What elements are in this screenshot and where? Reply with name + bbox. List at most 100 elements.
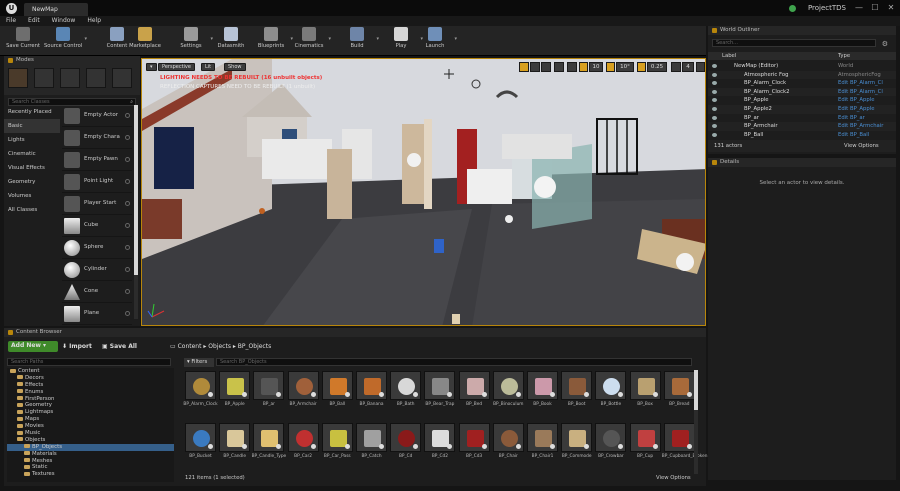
import-button[interactable]: ⬇ Import <box>62 342 92 352</box>
geometry-mode-icon[interactable] <box>112 68 132 88</box>
asset-tile[interactable]: BP_Armchair <box>287 371 319 411</box>
asset-tile[interactable]: BP_Apple <box>219 371 251 411</box>
outliner-row-type-8[interactable]: Edit BP_Ball <box>838 131 869 140</box>
class-item-info-icon-8[interactable] <box>125 289 130 294</box>
visibility-eye-icon-7[interactable] <box>712 124 717 129</box>
class-item-info-icon-5[interactable] <box>125 223 130 228</box>
outliner-row-type-3[interactable]: Edit BP_Alarm_Cl <box>838 88 883 97</box>
folder-tree-item-11[interactable]: BP_Objects <box>7 443 174 451</box>
asset-tile[interactable]: BP_Bread <box>663 371 695 411</box>
rotation-snap-value[interactable]: 10° <box>616 62 634 72</box>
menu-file[interactable]: File <box>0 16 22 26</box>
visibility-eye-icon-2[interactable] <box>712 81 717 86</box>
asset-scrollbar[interactable] <box>694 370 698 474</box>
scale-snap-value[interactable]: 0.25 <box>647 62 667 72</box>
paint-mode-icon[interactable] <box>34 68 54 88</box>
outliner-settings-icon[interactable]: ⚙ <box>882 40 888 48</box>
toolbar-button-7[interactable]: Cinematics ▾ <box>292 27 331 55</box>
folder-tree-item-2[interactable]: Effects <box>7 382 174 389</box>
class-item-5[interactable]: Cube <box>62 215 132 237</box>
category-7[interactable]: All Classes <box>4 203 60 217</box>
asset-tile[interactable]: BP_Catch <box>356 423 387 463</box>
asset-tile[interactable]: BP_Bottle <box>595 371 627 411</box>
outliner-row-type-4[interactable]: Edit BP_Apple <box>838 96 875 105</box>
outliner-row-type-5[interactable]: Edit BP_Apple <box>838 105 875 114</box>
visibility-eye-icon-0[interactable] <box>712 64 717 68</box>
outliner-row-type-2[interactable]: Edit BP_Alarm_Cl <box>838 79 883 88</box>
asset-tile[interactable]: BP_ar <box>253 371 285 411</box>
toolbar-dropdown-icon-8[interactable]: ▾ <box>376 36 379 42</box>
toolbar-button-9[interactable]: Play ▾ <box>384 27 423 55</box>
toolbar-button-1[interactable]: Source Control ▾ <box>44 27 87 55</box>
asset-tile[interactable]: BP_Cd3 <box>458 423 490 463</box>
class-item-info-icon-7[interactable] <box>125 267 130 272</box>
maximize-button[interactable]: ☐ <box>870 4 880 12</box>
grid-snap-value[interactable]: 10 <box>589 62 603 72</box>
asset-tile[interactable]: BP_Box <box>629 371 661 411</box>
category-5[interactable]: Geometry <box>4 175 60 189</box>
folder-tree-item-6[interactable]: Lightmaps <box>7 409 174 416</box>
breadcrumb-bp-objects[interactable]: BP_Objects <box>238 343 271 350</box>
show-button[interactable]: Show <box>224 63 246 71</box>
outliner-row-5[interactable]: BP_Apple2 Edit BP_Apple <box>708 105 896 114</box>
toolbar-button-4[interactable]: Settings ▾ <box>174 27 213 55</box>
breadcrumb-content[interactable]: Content <box>178 343 202 350</box>
rotation-snap-icon[interactable] <box>606 62 615 72</box>
outliner-row-3[interactable]: BP_Alarm_Clock2 Edit BP_Alarm_Cl <box>708 87 896 97</box>
folder-tree-item-9[interactable]: Music <box>7 430 174 437</box>
world-space-icon[interactable] <box>554 62 564 72</box>
outliner-row-0[interactable]: NewMap (Editor) World <box>708 62 896 71</box>
asset-tile[interactable]: BP_Cd2 <box>424 423 456 463</box>
viewport-options-button[interactable]: ▾ <box>146 63 157 71</box>
asset-tile[interactable]: BP_Crowbar <box>595 423 627 463</box>
close-button[interactable]: ✕ <box>886 4 896 12</box>
perspective-button[interactable]: Perspective <box>158 63 195 71</box>
outliner-row-4[interactable]: BP_Apple Edit BP_Apple <box>708 96 896 105</box>
asset-tile[interactable]: BP_Candle_Type <box>252 423 286 463</box>
visibility-eye-icon-4[interactable] <box>712 98 717 103</box>
class-item-4[interactable]: Player Start <box>62 193 132 215</box>
foliage-mode-icon[interactable] <box>86 68 106 88</box>
class-item-info-icon-4[interactable] <box>125 201 130 206</box>
visibility-eye-icon-8[interactable] <box>712 132 717 137</box>
outliner-view-options[interactable]: View Options <box>844 143 879 149</box>
grid-snap-icon[interactable] <box>579 62 588 72</box>
category-0[interactable]: Recently Placed <box>4 105 60 119</box>
asset-tile[interactable]: BP_Cd <box>390 423 422 463</box>
class-item-9[interactable]: Plane <box>62 303 132 325</box>
asset-tile[interactable]: BP_Chair1 <box>527 423 558 463</box>
asset-search-input[interactable]: Search BP_Objects <box>216 358 692 366</box>
folder-tree-item-5[interactable]: Geometry <box>7 402 174 409</box>
breadcrumb-objects[interactable]: Objects <box>208 343 231 350</box>
folder-tree-item-1[interactable]: Decors <box>7 375 174 382</box>
asset-tile[interactable]: BP_Cup <box>629 423 661 463</box>
save-all-button[interactable]: ▣ Save All <box>102 342 137 352</box>
folder-tree-item-4[interactable]: FirstPerson <box>7 396 174 403</box>
class-item-7[interactable]: Cylinder <box>62 259 132 281</box>
class-item-2[interactable]: Empty Pawn <box>62 149 132 171</box>
folder-tree-item-3[interactable]: Enums <box>7 389 174 396</box>
folder-tree-item-13[interactable]: Meshes <box>7 458 174 465</box>
level-viewport[interactable]: ▾ Perspective Lit Show LIGHTING NEEDS TO… <box>141 58 706 326</box>
visibility-eye-icon-3[interactable] <box>712 89 717 94</box>
level-tab[interactable]: NewMap <box>24 3 88 16</box>
toolbar-button-5[interactable]: Datasmith <box>214 27 248 55</box>
toolbar-dropdown-icon-1[interactable]: ▾ <box>84 36 87 42</box>
rotate-tool-icon[interactable] <box>530 62 540 72</box>
folder-tree-item-8[interactable]: Movies <box>7 423 174 430</box>
class-item-6[interactable]: Sphere <box>62 237 132 259</box>
category-2[interactable]: Lights <box>4 133 60 147</box>
toolbar-dropdown-icon-4[interactable]: ▾ <box>210 36 213 42</box>
asset-tile[interactable]: BP_Bear_Trap <box>424 371 456 411</box>
category-6[interactable]: Volumes <box>4 189 60 203</box>
asset-tile[interactable]: BP_Bath <box>390 371 422 411</box>
folder-tree-item-10[interactable]: Objects <box>7 437 174 444</box>
outliner-row-2[interactable]: BP_Alarm_Clock Edit BP_Alarm_Cl <box>708 79 896 88</box>
outliner-search-input[interactable]: Search... <box>712 39 876 47</box>
asset-tile[interactable]: BP_Ball <box>321 371 353 411</box>
folder-tree-item-0[interactable]: Content <box>7 368 174 375</box>
folder-tree-item-7[interactable]: Maps <box>7 416 174 423</box>
toolbar-dropdown-icon-7[interactable]: ▾ <box>328 36 331 42</box>
class-list-scrollbar[interactable] <box>134 105 138 319</box>
scale-snap-icon[interactable] <box>637 62 646 72</box>
